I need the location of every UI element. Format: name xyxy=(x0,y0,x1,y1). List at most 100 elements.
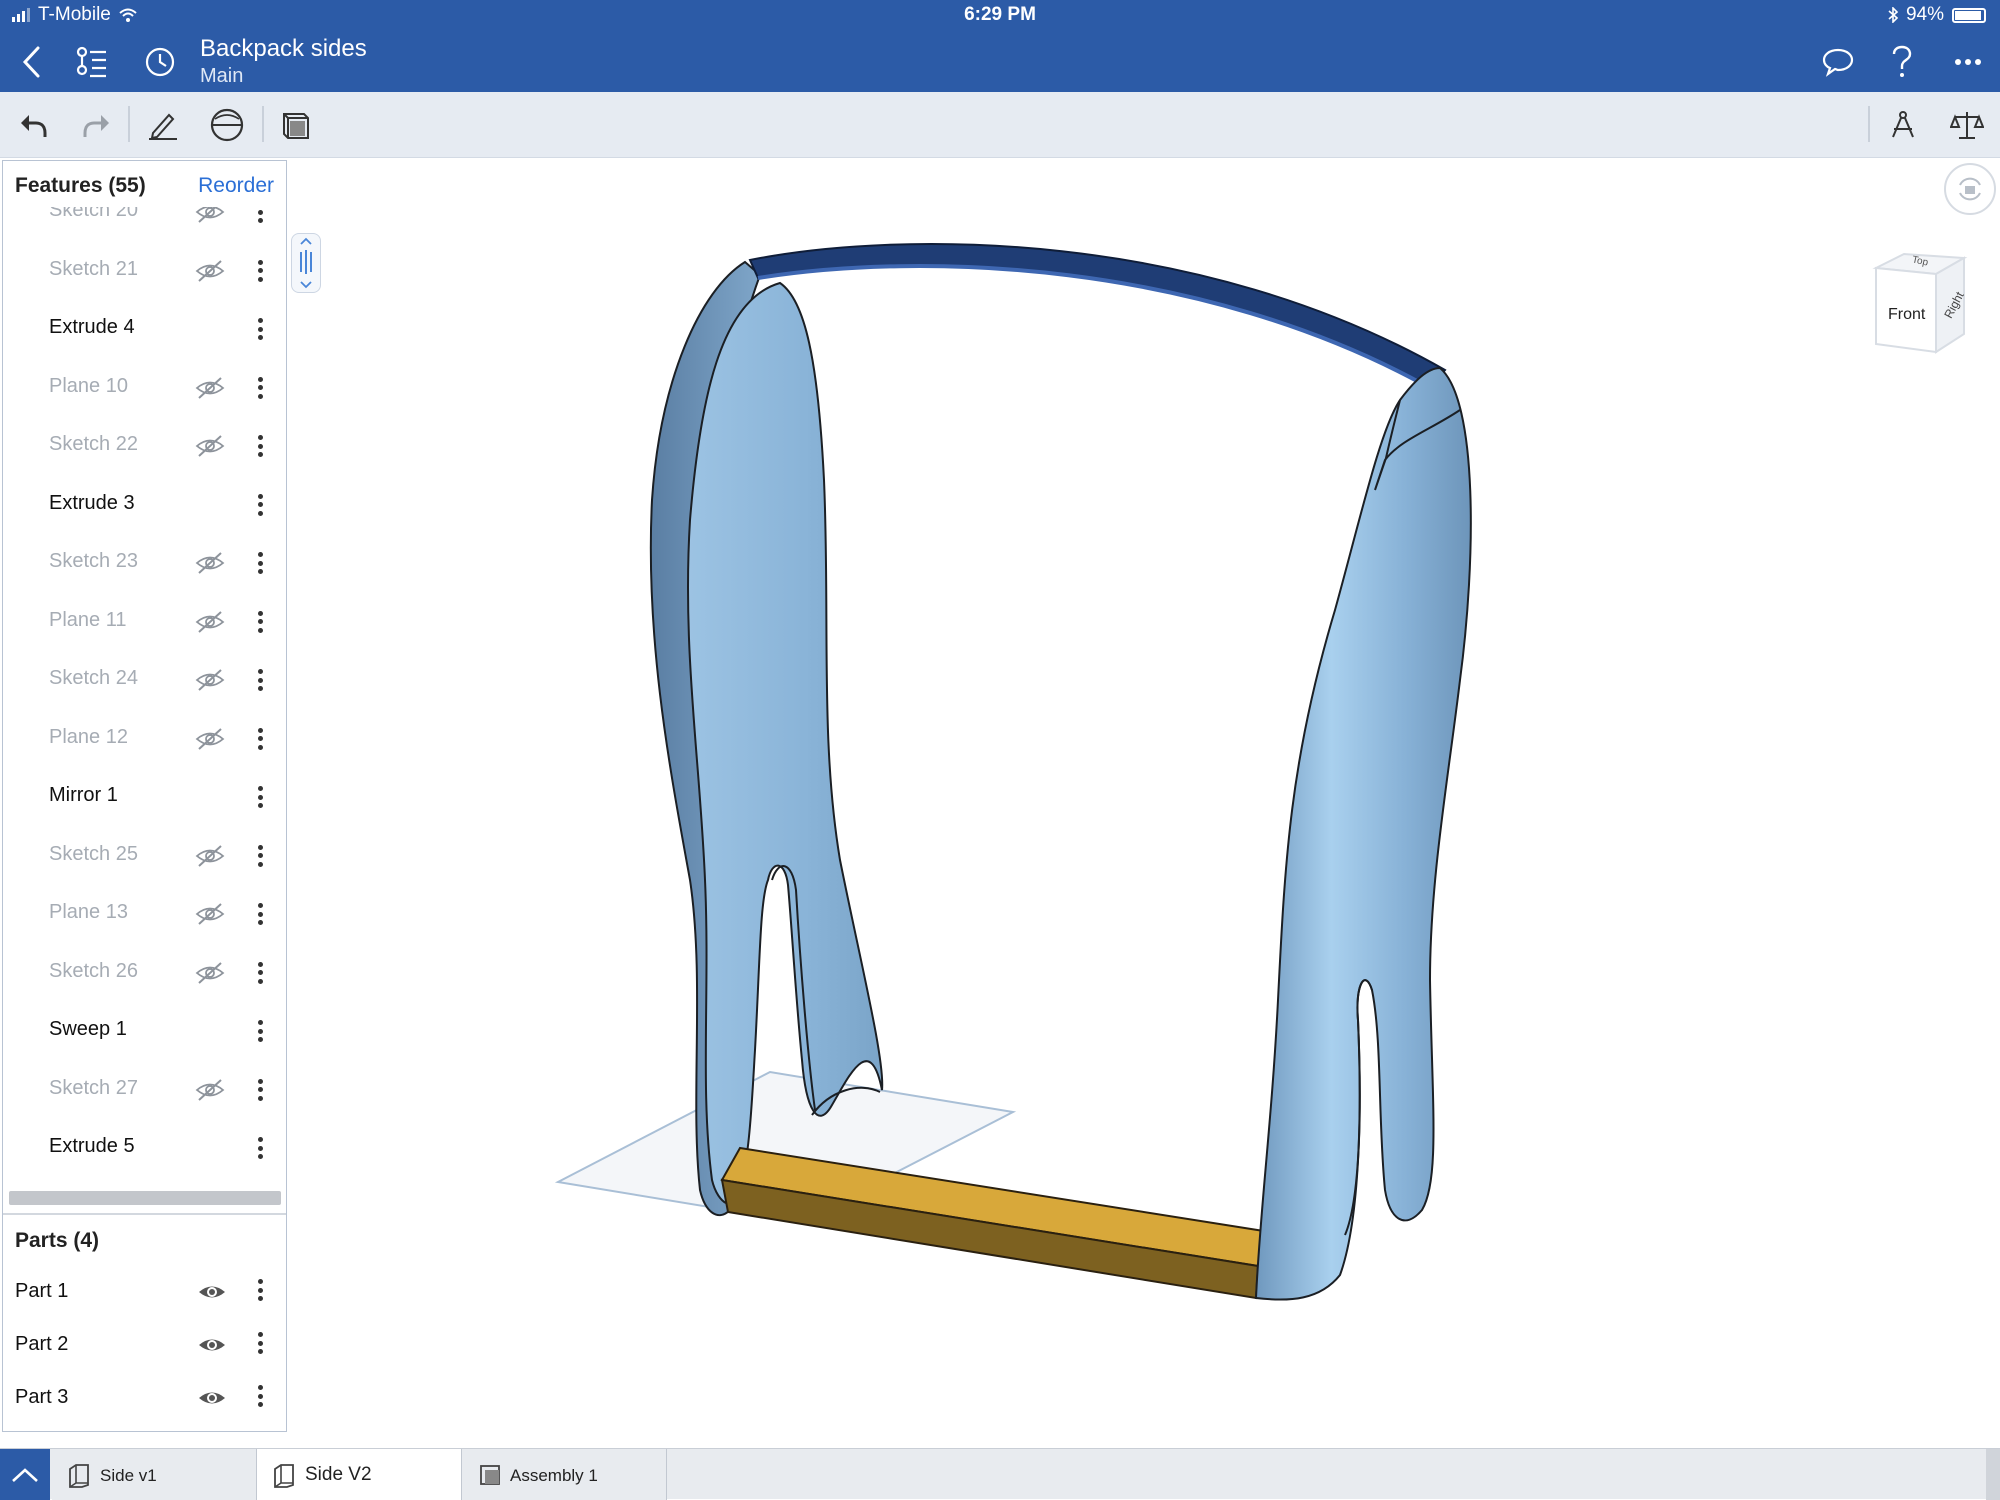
eye-hidden-icon[interactable] xyxy=(195,609,225,635)
back-button[interactable] xyxy=(10,40,54,84)
measure-button[interactable] xyxy=(1882,104,1924,146)
orbit-lock-button[interactable] xyxy=(1944,163,1996,215)
feature-menu-icon[interactable] xyxy=(251,549,269,577)
version-history-button[interactable] xyxy=(138,40,182,84)
eye-hidden-icon[interactable] xyxy=(195,207,225,225)
rotate-lock-icon xyxy=(1959,177,1981,201)
sketch-icon xyxy=(149,113,177,140)
eye-hidden-icon[interactable] xyxy=(195,258,225,284)
redo-button[interactable] xyxy=(76,104,118,146)
reorder-button[interactable]: Reorder xyxy=(198,174,274,198)
feature-list[interactable]: Sketch 20 Sketch 21 Extrude 4 Plane 10 Sketc… xyxy=(3,207,286,1347)
left-side-part[interactable] xyxy=(649,260,884,1217)
feature-menu-icon[interactable] xyxy=(251,207,269,226)
feature-tree-button[interactable] xyxy=(70,40,114,84)
feature-name: Extrude 5 xyxy=(49,1135,135,1157)
display-mode-icon xyxy=(210,108,244,142)
mass-properties-button[interactable] xyxy=(1946,104,1988,146)
graphics-viewport[interactable] xyxy=(290,158,2000,1448)
feature-row[interactable]: Sketch 20 xyxy=(3,207,286,241)
feature-row[interactable]: Sketch 24 xyxy=(3,651,286,709)
part-menu-icon[interactable] xyxy=(251,1382,269,1410)
eye-visible-icon[interactable] xyxy=(197,1333,227,1357)
feature-menu-icon[interactable] xyxy=(251,315,269,343)
feature-menu-icon[interactable] xyxy=(251,1017,269,1045)
view-cube[interactable]: Top Front Right xyxy=(1866,248,1978,360)
document-tab[interactable]: Side V2 xyxy=(257,1449,462,1500)
feature-row[interactable]: Extrude 3 xyxy=(3,476,286,534)
clock: 6:29 PM xyxy=(964,4,1036,25)
feature-row[interactable]: Sketch 26 xyxy=(3,944,286,1002)
chevron-up-icon xyxy=(12,1467,38,1482)
sketch-button[interactable] xyxy=(142,104,184,146)
section-view-button[interactable] xyxy=(274,104,316,146)
eye-visible-icon[interactable] xyxy=(197,1280,227,1304)
feature-row[interactable]: Sketch 27 xyxy=(3,1061,286,1119)
eye-visible-icon[interactable] xyxy=(197,1386,227,1410)
feature-row[interactable]: Extrude 5 xyxy=(3,1119,286,1177)
document-tab[interactable]: Side v1 xyxy=(52,1449,257,1500)
eye-hidden-icon[interactable] xyxy=(195,433,225,459)
display-mode-button[interactable] xyxy=(206,104,248,146)
feature-menu-icon[interactable] xyxy=(251,842,269,870)
document-title: Backpack sides xyxy=(200,35,367,62)
feature-menu-icon[interactable] xyxy=(251,666,269,694)
feature-row[interactable]: Extrude 4 xyxy=(3,300,286,358)
feature-menu-icon[interactable] xyxy=(251,725,269,753)
feature-name: Sketch 21 xyxy=(49,257,138,280)
help-button[interactable] xyxy=(1880,40,1924,84)
part-row[interactable]: Part 2 xyxy=(3,1319,286,1371)
eye-hidden-icon[interactable] xyxy=(195,901,225,927)
feature-row[interactable]: Sketch 23 xyxy=(3,534,286,592)
feature-menu-icon[interactable] xyxy=(251,783,269,811)
feature-menu-icon[interactable] xyxy=(251,959,269,987)
part-row[interactable]: Part 3 xyxy=(3,1372,286,1424)
eye-hidden-icon[interactable] xyxy=(195,843,225,869)
document-tab[interactable]: Assembly 1 xyxy=(462,1449,667,1500)
bottom-bar-part[interactable] xyxy=(720,1146,1272,1300)
feature-menu-icon[interactable] xyxy=(251,374,269,402)
feature-row[interactable]: Sketch 21 xyxy=(3,242,286,300)
feature-row[interactable]: Sweep 1 xyxy=(3,1002,286,1060)
eye-hidden-icon[interactable] xyxy=(195,667,225,693)
eye-hidden-icon[interactable] xyxy=(195,726,225,752)
part-menu-icon[interactable] xyxy=(251,1329,269,1357)
tabs-toggle-button[interactable] xyxy=(0,1449,50,1500)
tabs-scrollbar[interactable] xyxy=(1986,1449,2000,1500)
feature-list-scrollbar[interactable] xyxy=(9,1191,281,1205)
feature-menu-icon[interactable] xyxy=(251,1076,269,1104)
eye-hidden-icon[interactable] xyxy=(195,375,225,401)
view-cube-front[interactable]: Front xyxy=(1888,306,1925,324)
right-side-part[interactable] xyxy=(1254,366,1472,1301)
document-header: Backpack sides Main xyxy=(0,30,2000,92)
feature-row[interactable]: Mirror 1 xyxy=(3,768,286,826)
feature-name: Extrude 4 xyxy=(49,316,135,338)
tab-label: Assembly 1 xyxy=(510,1466,598,1485)
panel-divider xyxy=(3,1213,286,1215)
eye-hidden-icon[interactable] xyxy=(195,550,225,576)
feature-menu-icon[interactable] xyxy=(251,608,269,636)
feature-name: Sketch 26 xyxy=(49,959,138,982)
feature-menu-icon[interactable] xyxy=(251,257,269,285)
eye-hidden-icon[interactable] xyxy=(195,960,225,986)
more-button[interactable] xyxy=(1946,40,1990,84)
comments-button[interactable] xyxy=(1816,40,1860,84)
rollback-handle-icon xyxy=(300,237,312,289)
eye-hidden-icon[interactable] xyxy=(195,1077,225,1103)
feature-row[interactable]: Sketch 25 xyxy=(3,827,286,885)
feature-menu-icon[interactable] xyxy=(251,900,269,928)
part-row[interactable]: Part 1 xyxy=(3,1266,286,1318)
feature-row[interactable]: Sketch 22 xyxy=(3,417,286,475)
feature-menu-icon[interactable] xyxy=(251,491,269,519)
top-strap-part[interactable] xyxy=(748,243,1447,390)
feature-row[interactable]: Plane 11 xyxy=(3,593,286,651)
feature-name: Extrude 3 xyxy=(49,491,135,514)
feature-row[interactable]: Plane 12 xyxy=(3,710,286,768)
rollback-bar-handle[interactable] xyxy=(291,233,321,293)
feature-row[interactable]: Plane 10 xyxy=(3,359,286,417)
feature-menu-icon[interactable] xyxy=(251,1134,269,1162)
undo-button[interactable] xyxy=(12,104,54,146)
feature-row[interactable]: Plane 13 xyxy=(3,885,286,943)
feature-menu-icon[interactable] xyxy=(251,432,269,460)
part-menu-icon[interactable] xyxy=(251,1276,269,1304)
